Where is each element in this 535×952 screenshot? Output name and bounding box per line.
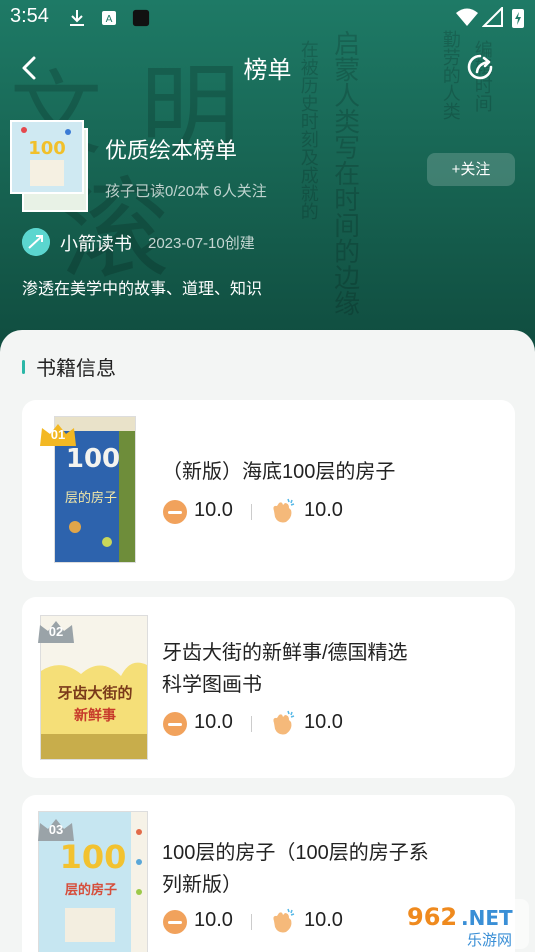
rank-number: 03 bbox=[48, 822, 64, 837]
svg-text:100: 100 bbox=[66, 444, 120, 474]
book-title-line: 科学图画书 bbox=[162, 674, 262, 696]
score-b: 10.0 bbox=[304, 499, 343, 521]
rank-badge: 03 bbox=[36, 817, 76, 843]
clap-hand-icon bbox=[273, 710, 295, 735]
rating-row: 10.0 10.0 bbox=[162, 907, 382, 937]
book-title: 100层的房子（100层的房子系 列新版） bbox=[162, 837, 429, 901]
created-date: 2023-07-10创建 bbox=[148, 235, 255, 252]
svg-text:层的房子: 层的房子 bbox=[65, 882, 117, 898]
book-title-line: 牙齿大街的新鲜事/德国精选 bbox=[162, 642, 408, 664]
watermark-number: 962 bbox=[407, 903, 457, 931]
nav-bar: 榜单 bbox=[0, 42, 535, 92]
rank-badge: 01 bbox=[38, 422, 78, 448]
clap-hand-icon bbox=[273, 498, 295, 523]
rating-row: 10.0 10.0 bbox=[162, 709, 382, 739]
svg-text:新鲜事: 新鲜事 bbox=[74, 707, 116, 724]
status-time: 3:54 bbox=[10, 5, 49, 27]
divider bbox=[251, 914, 252, 930]
book-title-line: 100层的房子（100层的房子系 bbox=[162, 842, 429, 864]
rank-number: 02 bbox=[48, 624, 64, 639]
score-a: 10.0 bbox=[194, 711, 233, 733]
face-icon bbox=[163, 910, 187, 934]
book-title: （新版）海底100层的房子 bbox=[162, 456, 395, 488]
app-square-icon bbox=[132, 9, 150, 27]
svg-text:100: 100 bbox=[28, 138, 66, 159]
svg-text:A: A bbox=[106, 14, 113, 25]
author-name[interactable]: 小箭读书 bbox=[60, 230, 132, 256]
clap-hand-icon bbox=[273, 908, 295, 933]
page-title: 榜单 bbox=[243, 57, 292, 84]
signal-icon bbox=[482, 7, 503, 27]
svg-text:100: 100 bbox=[60, 838, 127, 876]
list-title: 优质绘本榜单 bbox=[105, 138, 238, 163]
book-card[interactable]: 牙齿大街的 新鲜事 02 牙齿大街的新鲜事/德国精选 科学图画书 10.0 10… bbox=[22, 597, 515, 778]
site-watermark-logo: 962 .NET 乐游网 bbox=[401, 899, 529, 949]
watermark-name: 乐游网 bbox=[467, 931, 512, 949]
watermark-suffix: .NET bbox=[461, 906, 513, 930]
score-b: 10.0 bbox=[304, 909, 343, 931]
svg-text:牙齿大街的: 牙齿大街的 bbox=[57, 684, 132, 702]
follow-button[interactable]: +关注 bbox=[427, 153, 515, 186]
rating-row: 10.0 10.0 bbox=[162, 497, 382, 527]
score-a: 10.0 bbox=[194, 499, 233, 521]
score-b: 10.0 bbox=[304, 711, 343, 733]
cover-front: 100 bbox=[10, 120, 84, 194]
cover-illustration: 100 bbox=[12, 122, 82, 192]
divider bbox=[251, 504, 252, 520]
rank-badge: 02 bbox=[36, 619, 76, 645]
battery-charging-icon bbox=[512, 9, 524, 28]
list-cover-collage: 100 bbox=[8, 120, 90, 212]
score-a: 10.0 bbox=[194, 909, 233, 931]
face-icon bbox=[163, 712, 187, 736]
author-avatar[interactable] bbox=[22, 228, 50, 256]
book-card[interactable]: 100 层的房子 01 （新版）海底100层的房子 10.0 10.0 bbox=[22, 400, 515, 581]
svg-text:层的房子: 层的房子 bbox=[65, 490, 117, 506]
book-title: 牙齿大街的新鲜事/德国精选 科学图画书 bbox=[162, 637, 408, 701]
book-title-line: 列新版） bbox=[162, 874, 242, 896]
wifi-icon bbox=[456, 8, 478, 26]
share-button[interactable] bbox=[463, 50, 497, 84]
book-title-line: （新版）海底100层的房子 bbox=[162, 461, 396, 483]
face-icon bbox=[163, 500, 187, 524]
list-description: 渗透在美学中的故事、道理、知识 bbox=[22, 281, 263, 298]
download-icon bbox=[70, 10, 84, 26]
rank-number: 01 bbox=[50, 427, 66, 442]
list-meta: 孩子已读0/20本 6人关注 bbox=[105, 183, 267, 200]
section-indicator bbox=[22, 360, 25, 374]
section-title: 书籍信息 bbox=[36, 358, 116, 380]
divider bbox=[251, 716, 252, 732]
status-bar: 3:54 A bbox=[0, 0, 535, 36]
app-notification-icon: A bbox=[102, 11, 116, 25]
